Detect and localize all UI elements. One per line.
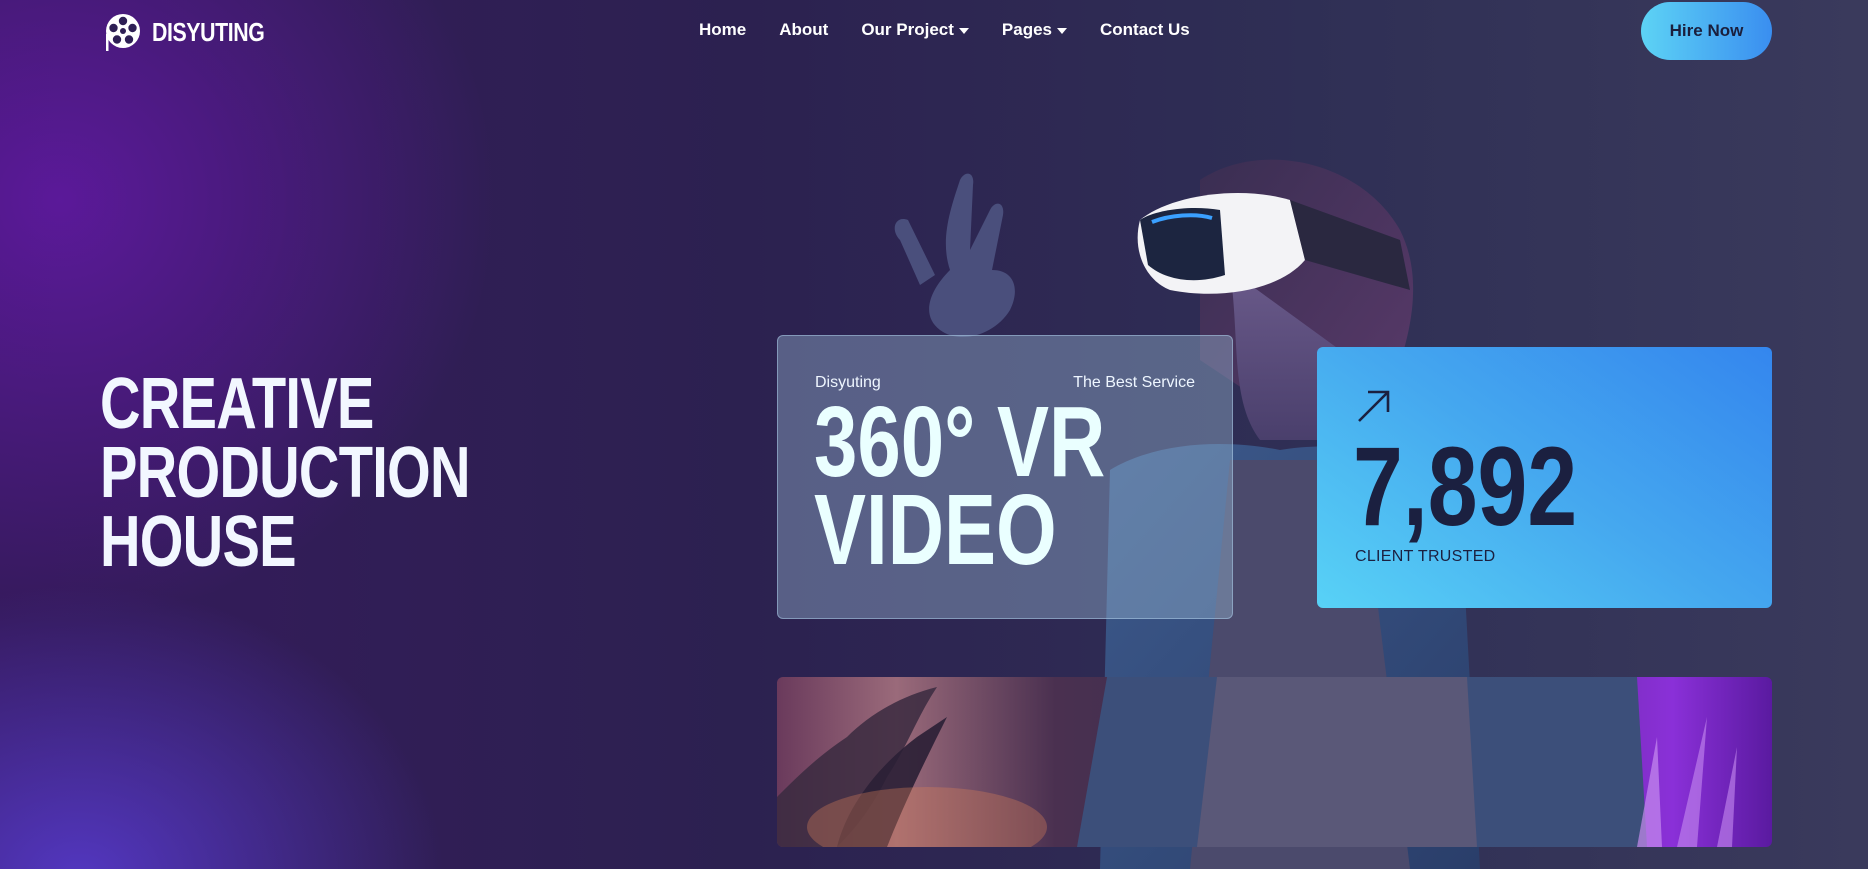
- site-header: DISYUTING Home About Our Project Pages C…: [0, 0, 1868, 62]
- caret-down-icon: [958, 28, 969, 34]
- vr-video-card[interactable]: Disyuting The Best Service 360° VR VIDEO: [777, 335, 1233, 619]
- card-title: 360° VR VIDEO: [814, 386, 1106, 586]
- nav-our-project-label: Our Project: [861, 20, 954, 39]
- nav-pages-label: Pages: [1001, 20, 1053, 39]
- arrow-up-right-icon: [1358, 390, 1390, 422]
- nav-contact-us[interactable]: Contact Us: [1100, 20, 1190, 40]
- nav-home-label: Home: [699, 20, 747, 39]
- hero-title: CREATIVE PRODUCTION HOUSE: [100, 364, 471, 582]
- nav-pages[interactable]: Pages: [1001, 20, 1068, 40]
- hero-title-line: HOUSE: [100, 502, 297, 582]
- main-nav: Home About Our Project Pages Contact Us: [699, 20, 1190, 40]
- card-title-line: VIDEO: [814, 474, 1057, 586]
- scenery-image: [777, 677, 1737, 847]
- nav-home[interactable]: Home: [699, 20, 746, 40]
- hire-now-button[interactable]: Hire Now: [1641, 2, 1772, 60]
- nav-contact-us-label: Contact Us: [1100, 20, 1190, 39]
- client-count: 7,892: [1353, 424, 1578, 549]
- hero-title-line: CREATIVE: [100, 364, 374, 444]
- scenery-image-card: [777, 677, 1772, 847]
- nav-our-project[interactable]: Our Project: [861, 20, 969, 40]
- nav-about[interactable]: About: [779, 20, 828, 40]
- film-reel-icon: [106, 14, 140, 51]
- nav-about-label: About: [779, 20, 829, 39]
- brand-name: DISYUTING: [152, 16, 265, 47]
- caret-down-icon: [1057, 28, 1068, 34]
- client-stats-card: 7,892 CLIENT TRUSTED: [1317, 347, 1772, 608]
- client-count-label: CLIENT TRUSTED: [1355, 548, 1496, 565]
- hero-title-line: PRODUCTION: [100, 433, 471, 513]
- brand-logo[interactable]: DISYUTING: [104, 12, 289, 52]
- card-title-line: 360° VR: [814, 386, 1106, 498]
